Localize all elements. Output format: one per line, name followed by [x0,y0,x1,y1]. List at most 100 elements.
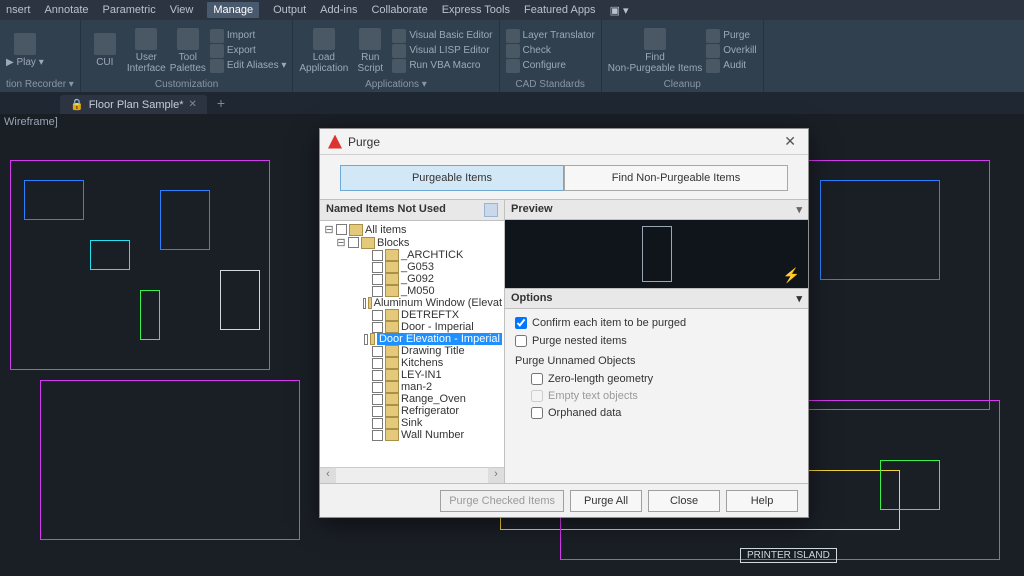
tree-item[interactable]: DETREFTX [322,309,504,321]
block-icon [385,357,399,369]
ribbon-load[interactable]: Load Application [299,22,348,79]
tree-checkbox[interactable] [372,274,383,285]
tree-checkbox[interactable] [372,310,383,321]
tree-checkbox[interactable] [372,262,383,273]
tree-checkbox[interactable] [372,250,383,261]
ribbon-import[interactable]: Import [210,29,287,43]
dialog-close-button[interactable]: ✕ [780,133,800,150]
ribbon-overkill[interactable]: Overkill [706,44,756,58]
lock-icon: 🔒 [70,98,84,111]
collapse-icon[interactable]: ▾ [796,292,802,305]
tree-checkbox[interactable] [372,430,383,441]
tree-checkbox[interactable] [372,346,383,357]
tree-checkbox[interactable] [364,334,368,345]
items-tree[interactable]: ⊟All items⊟Blocks_ARCHTICK_G053_G092_M05… [320,221,504,467]
block-icon [385,417,399,429]
tree-checkbox[interactable] [372,418,383,429]
ribbon-visual-lisp-editor[interactable]: Visual LISP Editor [392,44,492,58]
close-button[interactable]: Close [648,490,720,512]
tab-find-non-purgeable[interactable]: Find Non-Purgeable Items [564,165,788,191]
tree-checkbox[interactable] [348,237,359,248]
tree-item[interactable]: Sink [322,417,504,429]
menu-parametric[interactable]: Parametric [103,4,156,16]
ribbon-run[interactable]: Run Script [352,22,388,79]
sort-icon[interactable] [484,203,498,217]
tree-item[interactable]: _M050 [322,285,504,297]
ribbon-purge[interactable]: Purge [706,29,756,43]
document-tab[interactable]: 🔒 Floor Plan Sample* ✕ [60,95,207,114]
tree-item[interactable]: Drawing Title [322,345,504,357]
ribbon-layer-translator[interactable]: Layer Translator [506,29,595,43]
help-button[interactable]: Help [726,490,798,512]
tree-item[interactable]: Range_Oven [322,393,504,405]
tree-item[interactable]: Door - Imperial [322,321,504,333]
tab-purgeable-items[interactable]: Purgeable Items [340,165,564,191]
menu-annotate[interactable]: Annotate [44,4,88,16]
tree-checkbox[interactable] [372,382,383,393]
panel-title: tion Recorder ▾ [6,79,74,92]
dialog-titlebar: Purge ✕ [320,129,808,155]
menu-featured-apps[interactable]: Featured Apps [524,4,596,16]
opt-unnamed-header: Purge Unnamed Objects [515,355,798,367]
new-tab-button[interactable]: + [207,92,235,114]
tree-checkbox[interactable] [363,298,366,309]
tree-item[interactable]: man-2 [322,381,504,393]
opt-zero-length[interactable]: Zero-length geometry [531,373,798,385]
document-tabs: 🔒 Floor Plan Sample* ✕ + [0,92,1024,114]
opt-nested[interactable]: Purge nested items [515,335,798,347]
menu-output[interactable]: Output [273,4,306,16]
ribbon-find[interactable]: Find Non-Purgeable Items [608,22,703,79]
tree-checkbox[interactable] [372,406,383,417]
menu-manage[interactable]: Manage [207,2,259,18]
menu-nsert[interactable]: nsert [6,4,30,16]
tree-item[interactable]: ⊟Blocks [322,236,504,249]
opt-orphaned[interactable]: Orphaned data [531,407,798,419]
tree-checkbox[interactable] [372,286,383,297]
tree-checkbox[interactable] [336,224,347,235]
ribbon-audit[interactable]: Audit [706,59,756,73]
panel-title: Cleanup [608,79,757,92]
menu-express-tools[interactable]: Express Tools [442,4,510,16]
ribbon-edit-aliases-[interactable]: Edit Aliases ▾ [210,59,287,73]
ribbon-cui[interactable]: CUI [87,22,123,79]
tree-horizontal-scrollbar[interactable]: ‹› [320,467,504,483]
purge-checked-button: Purge Checked Items [440,490,564,512]
opt-confirm[interactable]: Confirm each item to be purged [515,317,798,329]
ribbon-run-vba-macro[interactable]: Run VBA Macro [392,59,492,73]
close-tab-icon[interactable]: ✕ [188,99,196,110]
tree-item[interactable]: _G053 [322,261,504,273]
block-icon [385,273,399,285]
ribbon-export[interactable]: Export [210,44,287,58]
ribbon-configure[interactable]: Configure [506,59,595,73]
lightning-icon: ⚡ [783,267,800,284]
tree-header: Named Items Not Used [320,200,504,221]
block-icon [385,429,399,441]
tree-item[interactable]: LEY-IN1 [322,369,504,381]
ribbon-user[interactable]: User Interface [127,22,166,79]
ribbon-check[interactable]: Check [506,44,595,58]
tree-checkbox[interactable] [372,370,383,381]
tree-item[interactable]: Door Elevation - Imperial [322,333,504,345]
preview-header: Preview▾ [505,200,808,220]
tree-item[interactable]: Aluminum Window (Elevat [322,297,504,309]
block-icon [385,393,399,405]
ribbon--play-[interactable]: ▶ Play ▾ [6,22,44,79]
purge-all-button[interactable]: Purge All [570,490,642,512]
menu-overflow-icon[interactable]: ▣ ▾ [610,4,629,17]
tree-item[interactable]: ⊟All items [322,223,504,236]
block-icon [385,285,399,297]
collapse-icon[interactable]: ▾ [796,203,802,216]
menu-add-ins[interactable]: Add-ins [320,4,357,16]
menu-collaborate[interactable]: Collaborate [371,4,427,16]
menu-view[interactable]: View [170,4,194,16]
tree-checkbox[interactable] [372,322,383,333]
ribbon-visual-basic-editor[interactable]: Visual Basic Editor [392,29,492,43]
tree-checkbox[interactable] [372,358,383,369]
tree-item[interactable]: Refrigerator [322,405,504,417]
tree-item[interactable]: _G092 [322,273,504,285]
tree-item[interactable]: Wall Number [322,429,504,441]
ribbon-tool[interactable]: Tool Palettes [170,22,206,79]
tree-item[interactable]: _ARCHTICK [322,249,504,261]
tree-checkbox[interactable] [372,394,383,405]
tree-item[interactable]: Kitchens [322,357,504,369]
